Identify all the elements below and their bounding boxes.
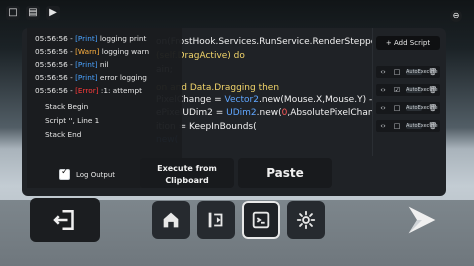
- script-list: + Add Script ‹› □ AutoExecute 🗑 ‹› ☑ Aut…: [374, 34, 442, 154]
- exit-button[interactable]: [30, 198, 100, 242]
- code-icon[interactable]: ‹›: [378, 84, 388, 96]
- terminal-icon: [252, 211, 270, 229]
- timestamp: 05:56:56: [35, 86, 68, 95]
- auto-execute-label: AutoExecute: [406, 105, 438, 111]
- auto-execute-label: AutoExecute: [406, 87, 438, 93]
- scripts-icon: [208, 212, 223, 228]
- timestamp: 05:56:56: [35, 47, 68, 56]
- code-line: PixelChange = Vector2.new(Mouse.X,Mouse.…: [156, 95, 373, 105]
- checkbox-icon[interactable]: □: [392, 66, 402, 78]
- code-line: on(FrostHook.Services.RunService.RenderS…: [156, 37, 373, 47]
- add-script-button[interactable]: + Add Script: [376, 36, 440, 50]
- log-tag: [Print]: [75, 60, 98, 69]
- script-row[interactable]: ‹› □ AutoExecute 🗑: [376, 66, 440, 78]
- brand-logo: [400, 198, 448, 242]
- code-token: on(FrostHook.Services.RunService.RenderS…: [156, 37, 373, 47]
- trash-icon[interactable]: 🗑: [428, 84, 438, 96]
- trash-icon[interactable]: 🗑: [428, 102, 438, 114]
- nav-home[interactable]: [152, 201, 190, 239]
- timestamp: 05:56:56: [35, 73, 68, 82]
- console-row: 05:56:56 - [Warn] logging warn: [35, 47, 149, 56]
- trash-icon[interactable]: 🗑: [428, 66, 438, 78]
- log-message: error logging: [97, 73, 147, 82]
- home-icon: [163, 212, 179, 228]
- timestamp: 05:56:56: [35, 34, 68, 43]
- settings-icon: [296, 210, 316, 230]
- nav-terminal[interactable]: [242, 201, 280, 239]
- stack-line: Script '', Line 1: [45, 116, 100, 125]
- brand-arrow-icon: [408, 206, 436, 234]
- log-message: nil: [97, 60, 109, 69]
- close-icon[interactable]: ⊖: [450, 10, 462, 22]
- code-line: ePixelUDim2 = UDim2.new(0,AbsolutePixelC…: [156, 108, 373, 118]
- log-tag: [Warn]: [75, 47, 100, 56]
- log-tag: [Print]: [75, 34, 98, 43]
- code-token: .new(: [256, 108, 282, 118]
- code-icon[interactable]: ‹›: [378, 120, 388, 132]
- timestamp: 05:56:56: [35, 60, 68, 69]
- code-token: .new(Mouse.X,Mouse.Y) - D: [258, 95, 373, 105]
- console-row: 05:56:56 - [Print] logging print: [35, 34, 146, 43]
- code-token: UDim2: [226, 108, 257, 118]
- bottom-bar: [0, 198, 474, 266]
- stack-line: Stack End: [45, 130, 82, 139]
- separator: -: [67, 34, 76, 43]
- code-icon[interactable]: ‹›: [378, 102, 388, 114]
- code-token: ,AbsolutePixelChang: [287, 108, 373, 118]
- separator: -: [67, 47, 76, 56]
- trash-icon[interactable]: 🗑: [428, 120, 438, 132]
- exit-icon: [53, 210, 74, 230]
- play-icon[interactable]: ▶: [46, 6, 60, 20]
- script-row[interactable]: ‹› □ AutoExecute 🗑: [376, 120, 440, 132]
- log-message: logging warn: [99, 47, 150, 56]
- executor-panel: on(FrostHook.Services.RunService.RenderS…: [22, 28, 446, 196]
- checkbox-icon[interactable]: □: [392, 102, 402, 114]
- console-row: 05:56:56 - [Print] nil: [35, 60, 109, 69]
- code-icon[interactable]: ‹›: [378, 66, 388, 78]
- notepad-icon[interactable]: ▤: [26, 6, 40, 20]
- stack-line: Stack Begin: [45, 102, 89, 111]
- top-left-icons: □ ▤ ▶: [6, 6, 60, 20]
- roblox-icon[interactable]: □: [6, 6, 20, 20]
- separator: -: [67, 73, 76, 82]
- execute-from-clipboard-button[interactable]: Execute from Clipboard: [140, 158, 234, 188]
- code-token: Vector2: [224, 95, 259, 105]
- auto-execute-label: AutoExecute: [406, 123, 438, 129]
- checkbox-icon[interactable]: □: [392, 120, 402, 132]
- nav-settings[interactable]: [287, 201, 325, 239]
- checkbox-icon[interactable]: ☑: [392, 84, 402, 96]
- separator: -: [67, 60, 76, 69]
- log-message: :1: attempt: [98, 86, 143, 95]
- paste-button[interactable]: Paste: [238, 158, 332, 188]
- auto-execute-label: AutoExecute: [406, 69, 438, 75]
- script-row[interactable]: ‹› □ AutoExecute 🗑: [376, 102, 440, 114]
- nav-scripts[interactable]: [197, 201, 235, 239]
- log-tag: [Print]: [75, 73, 98, 82]
- action-buttons: Execute from Clipboard Paste: [22, 158, 446, 196]
- separator: -: [67, 86, 76, 95]
- console-row: 05:56:56 - [Print] error logging: [35, 73, 147, 82]
- log-message: logging print: [97, 34, 147, 43]
- log-tag: [Error]: [75, 86, 99, 95]
- console-row: 05:56:56 - [Error] :1: attempt: [35, 86, 142, 95]
- script-row[interactable]: ‹› ☑ AutoExecute 🗑: [376, 84, 440, 96]
